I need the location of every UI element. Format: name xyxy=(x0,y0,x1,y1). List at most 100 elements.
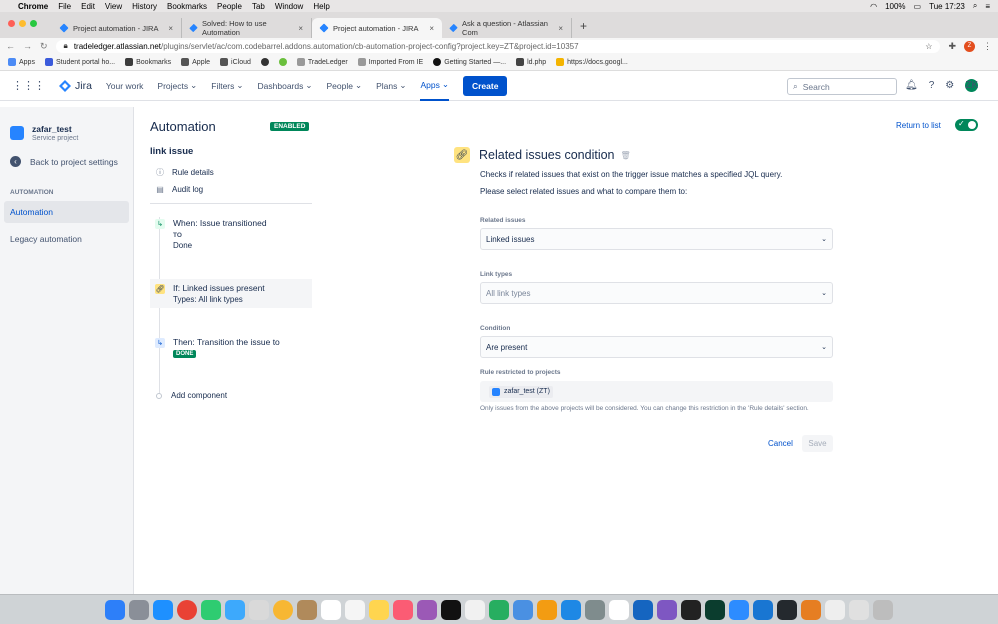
menu-help[interactable]: Help xyxy=(313,2,329,11)
github-desktop-icon[interactable] xyxy=(777,599,797,620)
bookmark-ld-php[interactable]: ld.php xyxy=(516,58,546,66)
contacts-icon[interactable] xyxy=(297,599,317,620)
project-header[interactable]: zafar_test Service project xyxy=(0,107,133,142)
create-button[interactable]: Create xyxy=(462,75,508,96)
vscode-icon[interactable] xyxy=(753,599,773,620)
safari-icon[interactable] xyxy=(153,599,173,620)
profile-avatar[interactable]: Z xyxy=(964,40,975,52)
browser-tab-2[interactable]: Solved: How to use Automation × xyxy=(182,18,312,38)
menu-edit[interactable]: Edit xyxy=(81,2,95,11)
extensions-icon[interactable]: ✚ xyxy=(948,41,956,52)
gear-icon[interactable]: ⚙ xyxy=(945,80,954,91)
sidebar-item-legacy-automation[interactable]: Legacy automation xyxy=(4,228,129,250)
sidebar-item-automation[interactable]: Automation xyxy=(4,201,129,223)
numbers-icon[interactable] xyxy=(489,599,509,620)
calendar-icon[interactable] xyxy=(321,599,341,620)
sourcetree-icon[interactable] xyxy=(801,599,821,620)
forward-arrow-icon[interactable]: → xyxy=(23,41,32,51)
return-to-list-link[interactable]: Return to list xyxy=(896,121,941,130)
podcasts-icon[interactable] xyxy=(417,599,437,620)
bookmark-imported[interactable]: Imported From IE xyxy=(357,58,423,66)
menu-app[interactable]: Chrome xyxy=(18,2,48,11)
iterm-icon[interactable] xyxy=(705,599,725,620)
apple-tv-icon[interactable] xyxy=(441,599,461,620)
messages-icon[interactable] xyxy=(225,599,245,620)
cancel-button[interactable]: Cancel xyxy=(768,439,793,448)
nav-filters[interactable]: Filters ⌄ xyxy=(211,71,243,101)
battery-label[interactable]: 100% xyxy=(885,2,905,11)
save-button[interactable]: Save xyxy=(802,435,833,452)
rule-enabled-toggle[interactable]: ✓ xyxy=(955,119,978,131)
bookmark-getting-started[interactable]: Getting Started —... xyxy=(433,58,506,66)
nav-dashboards[interactable]: Dashboards ⌄ xyxy=(258,71,313,101)
downloads-folder-icon[interactable] xyxy=(825,599,845,620)
trash-icon[interactable]: 🗑︎ xyxy=(621,151,631,160)
address-bar[interactable]: 🔒︎ tradeledger.atlassian.net/plugins/ser… xyxy=(55,39,941,53)
bookmark-tradeledger[interactable]: TradeLedger xyxy=(296,58,348,66)
wifi-icon[interactable]: ◠ xyxy=(870,2,877,11)
zoom-icon[interactable] xyxy=(729,599,749,620)
help-icon[interactable]: ? xyxy=(929,80,935,91)
chrome-icon[interactable] xyxy=(177,599,197,620)
bookmark-bookmarks[interactable]: Bookmarks xyxy=(125,58,171,66)
bookmark-apps[interactable]: Apps xyxy=(8,58,35,66)
bookmark-apple[interactable]: Apple xyxy=(181,58,210,66)
bookmark-github[interactable] xyxy=(260,58,269,66)
rule-name[interactable]: link issue xyxy=(150,146,193,157)
reminders-icon[interactable] xyxy=(345,599,365,620)
notes-icon[interactable] xyxy=(369,599,389,620)
music-icon[interactable] xyxy=(393,599,413,620)
messenger-icon[interactable] xyxy=(657,599,677,620)
zoom-window-button[interactable] xyxy=(30,20,37,27)
user-avatar[interactable]: ZK xyxy=(965,79,979,92)
reload-icon[interactable]: ↻ xyxy=(40,41,48,52)
search-input[interactable]: ⌕ Search xyxy=(787,78,897,95)
notifications-icon[interactable]: 🔔︎ xyxy=(905,80,918,91)
back-to-settings-link[interactable]: ‹ Back to project settings xyxy=(0,156,133,167)
control-center-icon[interactable]: ≡ xyxy=(985,2,990,11)
battery-icon[interactable]: ▭ xyxy=(914,2,922,11)
documents-folder-icon[interactable] xyxy=(849,599,869,620)
menu-view[interactable]: View xyxy=(105,2,122,11)
add-component-button[interactable]: Add component xyxy=(156,391,227,400)
nav-plans[interactable]: Plans ⌄ xyxy=(376,71,406,101)
minimize-window-button[interactable] xyxy=(19,20,26,27)
nav-people[interactable]: People ⌄ xyxy=(326,71,362,101)
app-switcher-icon[interactable]: ⋮⋮⋮ xyxy=(12,79,45,92)
menu-people[interactable]: People xyxy=(217,2,242,11)
menu-bookmarks[interactable]: Bookmarks xyxy=(167,2,207,11)
pages-icon[interactable] xyxy=(537,599,557,620)
star-icon[interactable]: ☆ xyxy=(925,42,932,51)
nav-apps[interactable]: Apps ⌄ xyxy=(420,71,449,101)
close-tab-icon[interactable]: × xyxy=(168,24,173,33)
photos-icon[interactable] xyxy=(273,599,293,620)
menu-tab[interactable]: Tab xyxy=(252,2,265,11)
finder-icon[interactable] xyxy=(105,599,125,620)
audit-log-link[interactable]: ▤ Audit log xyxy=(156,185,203,194)
nav-your-work[interactable]: Your work xyxy=(106,71,143,101)
link-types-select[interactable]: All link types ⌄ xyxy=(480,282,833,304)
browser-tab-3[interactable]: Project automation - JIRA × xyxy=(312,18,442,38)
nav-projects[interactable]: Projects ⌄ xyxy=(157,71,197,101)
condition-select[interactable]: Are present ⌄ xyxy=(480,336,833,358)
terminal-icon[interactable] xyxy=(681,599,701,620)
jira-logo[interactable]: Jira xyxy=(59,79,92,92)
bookmark-student-portal[interactable]: Student portal ho... xyxy=(44,58,115,66)
trash-icon[interactable] xyxy=(873,599,893,620)
system-preferences-icon[interactable] xyxy=(585,599,605,620)
new-tab-icon[interactable]: + xyxy=(580,19,587,33)
spotlight-icon[interactable]: ⌕ xyxy=(973,1,977,11)
trigger-component[interactable]: ↳ When: Issue transitioned TO Done xyxy=(150,214,312,254)
bookmark-docs-google[interactable]: https://docs.googl... xyxy=(556,58,628,66)
menu-dots-icon[interactable]: ⋮ xyxy=(983,41,992,52)
menu-file[interactable]: File xyxy=(58,2,71,11)
launchpad-icon[interactable] xyxy=(129,599,149,620)
menu-window[interactable]: Window xyxy=(275,2,303,11)
testflight-icon[interactable] xyxy=(633,599,653,620)
close-tab-icon[interactable]: × xyxy=(298,24,303,33)
close-tab-icon[interactable]: × xyxy=(558,24,563,33)
facetime-icon[interactable] xyxy=(201,599,221,620)
back-arrow-icon[interactable]: ← xyxy=(6,41,15,51)
rule-details-link[interactable]: ⓘ Rule details xyxy=(156,167,214,178)
clock[interactable]: Tue 17:23 xyxy=(929,2,965,11)
